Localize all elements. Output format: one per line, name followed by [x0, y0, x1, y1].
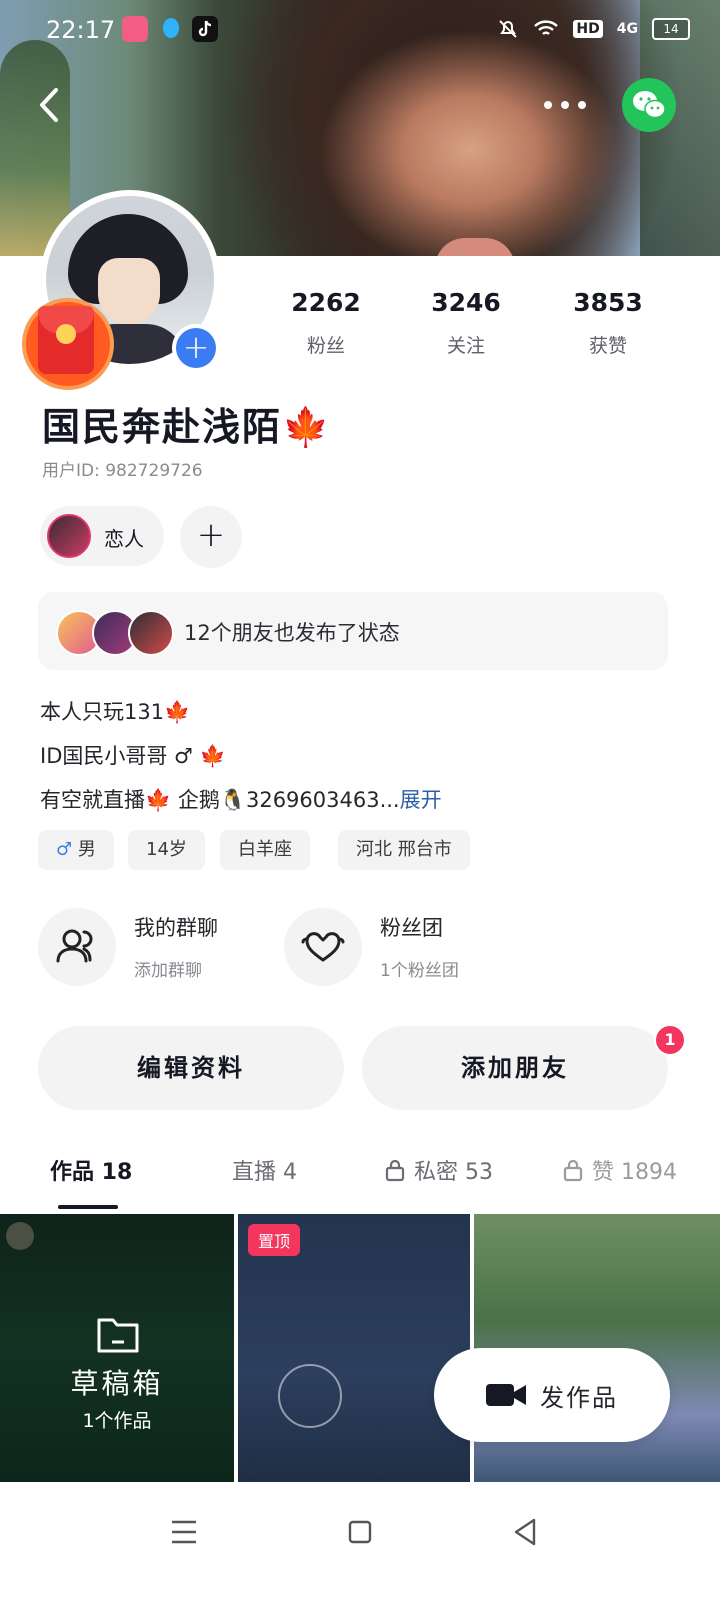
- fan-club-title[interactable]: 粉丝团: [380, 912, 443, 942]
- group-chat-title[interactable]: 我的群聊: [134, 912, 218, 942]
- network-indicator: 4G: [616, 21, 638, 37]
- menu-icon: [172, 1520, 196, 1544]
- triangle-back-icon: [514, 1518, 536, 1546]
- male-icon: ♂: [56, 839, 73, 860]
- home-nav-button[interactable]: [338, 1510, 382, 1558]
- draft-box-cell[interactable]: 草稿箱 1个作品: [0, 1214, 234, 1482]
- wechat-icon: [633, 91, 666, 119]
- battery-level: 14: [663, 22, 679, 36]
- bio-expand-link[interactable]: 展开: [400, 788, 442, 812]
- notification-badge: 1: [654, 1024, 686, 1056]
- notification-app-icon: [122, 16, 148, 42]
- qq-icon: [158, 16, 184, 42]
- relation-label: 恋人: [104, 527, 144, 551]
- back-button[interactable]: [30, 80, 74, 130]
- bio-line: 有空就直播🍁 企鹅🐧3269603463...展开: [40, 784, 442, 814]
- tag-zodiac: 白羊座: [220, 830, 310, 870]
- tab-works[interactable]: 作品 18: [50, 1154, 132, 1186]
- tab-label: 私密 53: [414, 1160, 493, 1185]
- bio-text: 有空就直播🍁 企鹅🐧3269603463...: [40, 788, 400, 812]
- video-camera-icon: [486, 1384, 526, 1406]
- lock-icon: [563, 1159, 583, 1182]
- relation-chip-lover[interactable]: 恋人: [40, 506, 164, 566]
- tab-live[interactable]: 直播 4: [232, 1154, 297, 1186]
- nickname-text: 国民奔赴浅陌: [42, 405, 283, 449]
- group-chat-subtitle: 添加群聊: [134, 961, 202, 981]
- friend-avatar: [128, 610, 174, 656]
- chevron-left-icon: [40, 88, 58, 122]
- bio-line: ID国民小哥哥 ♂ 🍁: [40, 744, 226, 768]
- status-indicators: HD 4G 14: [497, 18, 690, 40]
- stat-followers[interactable]: 2262 粉丝: [276, 288, 376, 358]
- tag-location: 河北 邢台市: [338, 830, 470, 870]
- system-navigation-bar: [0, 1484, 720, 1600]
- maple-leaf-emoji: 🍁: [282, 405, 332, 449]
- partner-avatar: [47, 514, 91, 558]
- stat-following[interactable]: 3246 关注: [416, 288, 516, 358]
- mute-bell-icon: [499, 20, 518, 38]
- status-time: 22:17: [46, 16, 116, 44]
- friends-status-text: 12个朋友也发布了状态: [184, 621, 400, 645]
- hd-icon: HD: [573, 20, 603, 38]
- edit-profile-button[interactable]: 编辑资料: [38, 1026, 344, 1110]
- stat-label: 关注: [446, 335, 485, 357]
- stat-value: 3246: [431, 288, 501, 317]
- stat-likes[interactable]: 3853 获赞: [558, 288, 658, 358]
- heart-badge-icon: [301, 932, 345, 962]
- tiktok-icon: [192, 16, 218, 42]
- tag-gender: ♂ 男: [38, 830, 114, 870]
- pinned-badge: 置顶: [248, 1224, 301, 1256]
- tab-liked[interactable]: 赞 1894: [562, 1154, 677, 1186]
- square-home-icon: [348, 1520, 372, 1544]
- bio-line: 本人只玩131🍁: [40, 700, 191, 724]
- nickname: 国民奔赴浅陌🍁: [42, 396, 331, 451]
- group-users-icon: [56, 929, 93, 963]
- folder-icon: [97, 1318, 139, 1353]
- active-tab-indicator: [58, 1205, 118, 1209]
- add-friend-button[interactable]: 添加朋友: [362, 1026, 668, 1110]
- more-dots-icon: [544, 101, 586, 109]
- add-story-button[interactable]: +: [176, 328, 216, 368]
- tag-text: 男: [77, 839, 96, 860]
- back-nav-button[interactable]: [504, 1510, 548, 1558]
- battery-icon: 14: [652, 18, 690, 40]
- stat-label: 粉丝: [306, 335, 345, 357]
- tag-age: 14岁: [128, 830, 205, 870]
- stat-value: 2262: [291, 288, 361, 317]
- publish-work-button[interactable]: 发作品: [434, 1348, 670, 1442]
- red-packet-coin: [56, 324, 76, 344]
- fan-club-button[interactable]: [284, 908, 362, 986]
- stat-value: 3853: [573, 288, 643, 317]
- more-options-button[interactable]: [540, 90, 590, 120]
- wechat-share-button[interactable]: [622, 78, 676, 132]
- tab-label: 赞 1894: [592, 1160, 677, 1185]
- draft-box-count: 1个作品: [82, 1410, 152, 1432]
- menu-nav-button[interactable]: [162, 1510, 206, 1558]
- fan-club-subtitle: 1个粉丝团: [380, 961, 459, 981]
- stat-label: 获赞: [588, 335, 627, 357]
- draft-box-title: 草稿箱: [70, 1367, 164, 1400]
- add-relation-button[interactable]: +: [180, 506, 242, 568]
- wifi-icon: [534, 20, 559, 35]
- group-chat-button[interactable]: [38, 908, 116, 986]
- game-joystick-overlay: [278, 1364, 342, 1428]
- status-bar: 22:17 HD 4G 14: [0, 0, 720, 60]
- tab-private[interactable]: 私密 53: [384, 1154, 493, 1186]
- publish-work-label: 发作品: [540, 1384, 618, 1412]
- video-thumbnail[interactable]: 置顶: [238, 1214, 470, 1482]
- friends-status-bar[interactable]: 12个朋友也发布了状态: [38, 592, 668, 670]
- lock-icon: [385, 1159, 405, 1182]
- user-id[interactable]: 用户ID: 982729726: [42, 456, 203, 481]
- game-joystick-overlay: [6, 1222, 34, 1250]
